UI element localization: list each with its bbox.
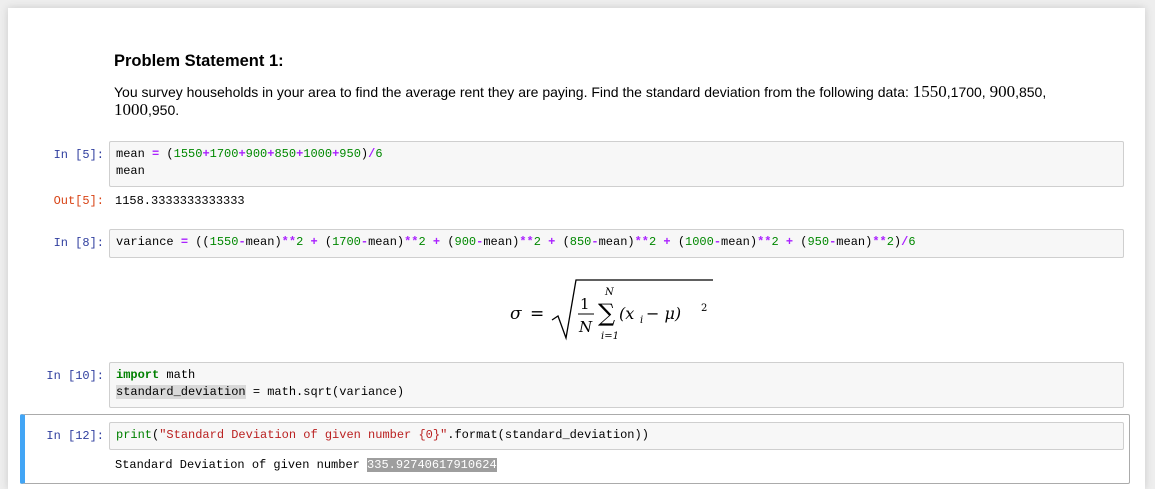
input-prompt-12: In [12]: <box>46 429 104 443</box>
input-prompt-5: In [5]: <box>53 148 104 162</box>
notebook-area: Problem Statement 1: You survey househol… <box>8 8 1145 489</box>
formula-equals: = <box>530 304 544 324</box>
formula-upper-limit: N <box>604 287 615 298</box>
formula-lower-limit: i=1 <box>601 331 619 342</box>
formula-body: (x <box>619 304 634 323</box>
formula-denominator: N <box>578 318 593 336</box>
formula-subscript: i <box>640 315 643 326</box>
output-5: 1158.3333333333333 <box>115 194 245 208</box>
output-12-value: 335.92740617910624 <box>367 458 497 472</box>
code-cell-5[interactable]: mean = (1550+1700+900+850+1000+950)/6 me… <box>109 141 1124 187</box>
input-prompt-10: In [10]: <box>46 369 104 383</box>
std-dev-formula: σ = 1 N N ∑ (x i − μ) 2 i=1 <box>510 279 713 342</box>
markdown-title: Problem Statement 1: <box>114 52 284 70</box>
code-cell-12[interactable]: print("Standard Deviation of given numbe… <box>109 422 1124 450</box>
output-prompt-5: Out[5]: <box>53 194 104 208</box>
formula-minus-mu: − μ) <box>646 304 681 323</box>
formula-numerator: 1 <box>580 295 590 313</box>
output-12: Standard Deviation of given number 335.9… <box>115 458 497 472</box>
formula-square: 2 <box>701 303 707 314</box>
code-cell-8[interactable]: variance = ((1550-mean)**2 + (1700-mean)… <box>109 229 1124 258</box>
markdown-text: You survey households in your area to fi… <box>114 82 1047 119</box>
code-cell-10[interactable]: import math standard_deviation = math.sq… <box>109 362 1124 408</box>
formula-sum: ∑ <box>598 299 615 327</box>
formula-sigma: σ <box>510 304 522 324</box>
input-prompt-8: In [8]: <box>53 236 104 250</box>
